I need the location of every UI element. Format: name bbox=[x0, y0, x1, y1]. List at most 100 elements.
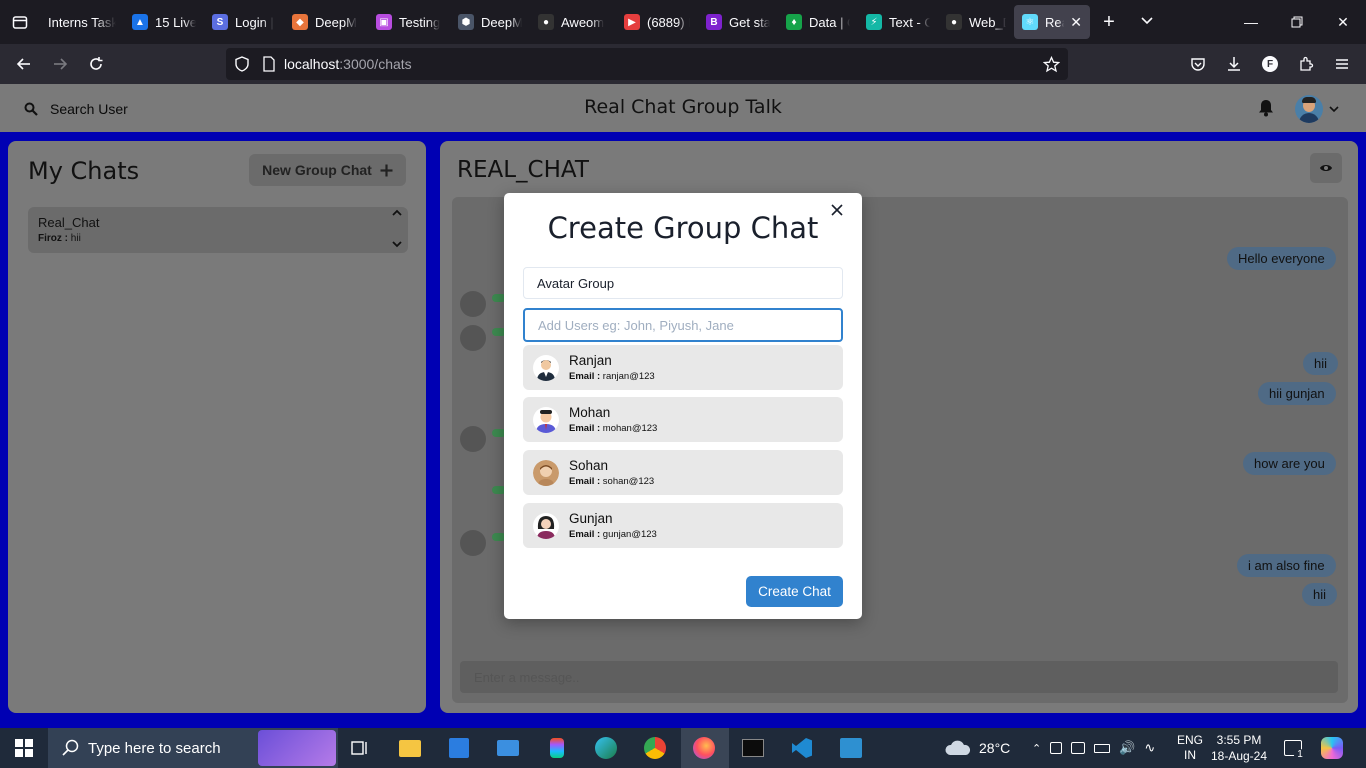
user-avatar bbox=[533, 354, 559, 381]
chat-name-input[interactable]: Avatar Group bbox=[523, 267, 843, 299]
app-menu-button[interactable] bbox=[1324, 48, 1360, 80]
pocket-button[interactable] bbox=[1180, 48, 1216, 80]
url-text[interactable]: localhost:3000/chats bbox=[284, 56, 412, 72]
tab-favicon-icon: ⬢ bbox=[458, 14, 474, 30]
minimize-button[interactable]: — bbox=[1228, 0, 1274, 44]
chat-title: REAL_CHAT bbox=[457, 157, 589, 183]
browser-tab[interactable]: ♦ Data | C bbox=[778, 5, 858, 39]
chevron-up-icon[interactable]: ⌃ bbox=[1032, 742, 1041, 755]
meet-icon[interactable] bbox=[1050, 742, 1063, 754]
browser-tab[interactable]: ⬢ DeepM bbox=[450, 5, 530, 39]
browser-tab[interactable]: ▲ 15 Live bbox=[124, 5, 204, 39]
mail-icon[interactable] bbox=[496, 736, 520, 760]
back-button[interactable] bbox=[6, 48, 42, 80]
browser-tab[interactable]: ▶ (6889) L bbox=[616, 5, 698, 39]
language-bottom: IN bbox=[1184, 748, 1196, 762]
tab-title: 15 Live bbox=[155, 14, 196, 30]
browser-tab[interactable]: Interns Task bbox=[40, 5, 124, 39]
copilot-icon[interactable] bbox=[1321, 728, 1343, 768]
volume-icon[interactable]: 🔊 bbox=[1119, 740, 1135, 756]
weather-widget[interactable]: 28°C bbox=[944, 728, 1010, 768]
restore-icon bbox=[1291, 16, 1303, 28]
tab-favicon-icon: S bbox=[212, 14, 228, 30]
my-chats-panel: My Chats New Group Chat Real_Chat Firoz … bbox=[8, 141, 426, 713]
tab-close-icon[interactable]: ✕ bbox=[1070, 14, 1082, 31]
tab-favicon-icon: ⚡ bbox=[866, 14, 882, 30]
tab-title: Get star bbox=[729, 14, 770, 30]
my-chats-title: My Chats bbox=[28, 157, 140, 185]
shield-icon[interactable] bbox=[234, 56, 250, 72]
message-input[interactable]: Enter a message.. bbox=[460, 661, 1338, 693]
url-bar[interactable]: localhost:3000/chats bbox=[226, 48, 1068, 80]
chat-list-item[interactable]: Real_Chat Firoz : hii bbox=[28, 207, 408, 253]
wifi-icon[interactable]: ∿ bbox=[1144, 740, 1155, 756]
tab-list-button[interactable] bbox=[0, 0, 40, 44]
user-avatar bbox=[533, 406, 559, 433]
reload-button[interactable] bbox=[78, 48, 114, 80]
eye-icon bbox=[1320, 165, 1332, 171]
bookmark-star-icon[interactable] bbox=[1043, 55, 1060, 73]
scroll-up-arrow[interactable] bbox=[392, 209, 402, 220]
account-button[interactable]: F bbox=[1252, 48, 1288, 80]
browser-tab[interactable]: ▣ Testing bbox=[368, 5, 450, 39]
browser-tab[interactable]: S Login | bbox=[204, 5, 284, 39]
task-view-icon[interactable] bbox=[348, 736, 372, 760]
edge-icon[interactable] bbox=[594, 736, 618, 760]
avatar bbox=[1295, 95, 1323, 123]
create-group-chat-modal: Create Group Chat Avatar Group Add Users… bbox=[504, 193, 862, 619]
view-chat-info-button[interactable] bbox=[1310, 153, 1342, 183]
clock[interactable]: 3:55 PM 18-Aug-24 bbox=[1210, 728, 1268, 768]
terminal-icon[interactable] bbox=[741, 736, 765, 760]
create-chat-button[interactable]: Create Chat bbox=[746, 576, 843, 607]
notification-center[interactable]: 1 bbox=[1284, 728, 1306, 768]
taskbar-search-placeholder: Type here to search bbox=[88, 739, 221, 757]
notification-icon: 1 bbox=[1284, 740, 1306, 761]
language-indicator[interactable]: ENG IN bbox=[1177, 728, 1203, 768]
modal-close-button[interactable] bbox=[831, 203, 843, 221]
file-explorer-icon[interactable] bbox=[398, 736, 422, 760]
browser-tab[interactable]: ⚡ Text - C bbox=[858, 5, 938, 39]
forward-button[interactable] bbox=[42, 48, 78, 80]
start-button[interactable] bbox=[0, 728, 48, 768]
chrome-icon[interactable] bbox=[643, 736, 667, 760]
close-window-button[interactable]: ✕ bbox=[1320, 0, 1366, 44]
browser-tab[interactable]: ◆ DeepM bbox=[284, 5, 368, 39]
microsoft-store-icon[interactable] bbox=[447, 736, 471, 760]
notification-bell[interactable] bbox=[1258, 99, 1274, 122]
browser-tab[interactable]: ● Aweom bbox=[530, 5, 616, 39]
extensions-button[interactable] bbox=[1288, 48, 1324, 80]
tab-menu-button[interactable] bbox=[1128, 13, 1166, 31]
browser-tab[interactable]: ● Web_D bbox=[938, 5, 1014, 39]
download-icon bbox=[1228, 57, 1240, 71]
user-search-result[interactable]: Ranjan Email : ranjan@123 bbox=[523, 345, 843, 390]
tab-title: Text - C bbox=[889, 14, 930, 30]
new-group-chat-button[interactable]: New Group Chat bbox=[249, 154, 406, 186]
browser-tab[interactable]: ⚛ Real ✕ bbox=[1014, 5, 1090, 39]
user-search-result[interactable]: Gunjan Email : gunjan@123 bbox=[523, 503, 843, 548]
vscode-icon[interactable] bbox=[790, 736, 814, 760]
tab-title: DeepM bbox=[315, 14, 357, 30]
profile-menu-button[interactable] bbox=[1295, 95, 1339, 123]
chat-last-message: Firoz : hii bbox=[38, 233, 81, 244]
taskbar-search-box[interactable]: Type here to search bbox=[48, 728, 338, 768]
user-search-result[interactable]: Mohan Email : mohan@123 bbox=[523, 397, 843, 442]
add-users-input[interactable]: Add Users eg: John, Piyush, Jane bbox=[523, 308, 843, 342]
windows-logo-icon bbox=[15, 739, 33, 757]
user-name: Ranjan bbox=[569, 353, 612, 368]
new-tab-button[interactable]: + bbox=[1090, 11, 1128, 34]
sender-avatar bbox=[460, 291, 486, 317]
sender-avatar bbox=[460, 530, 486, 556]
battery-icon[interactable] bbox=[1094, 743, 1111, 753]
restore-button[interactable] bbox=[1274, 0, 1320, 44]
tab-favicon-icon: ♦ bbox=[786, 14, 802, 30]
display-icon[interactable] bbox=[1071, 742, 1086, 754]
tab-title: Login | bbox=[235, 14, 274, 30]
scroll-down-arrow[interactable] bbox=[392, 240, 402, 251]
photos-icon[interactable] bbox=[839, 736, 863, 760]
figma-icon[interactable] bbox=[545, 736, 569, 760]
user-search-result[interactable]: Sohan Email : sohan@123 bbox=[523, 450, 843, 495]
downloads-button[interactable] bbox=[1216, 48, 1252, 80]
new-group-chat-label: New Group Chat bbox=[262, 162, 372, 178]
firefox-icon[interactable] bbox=[692, 736, 716, 760]
browser-tab[interactable]: B Get star bbox=[698, 5, 778, 39]
